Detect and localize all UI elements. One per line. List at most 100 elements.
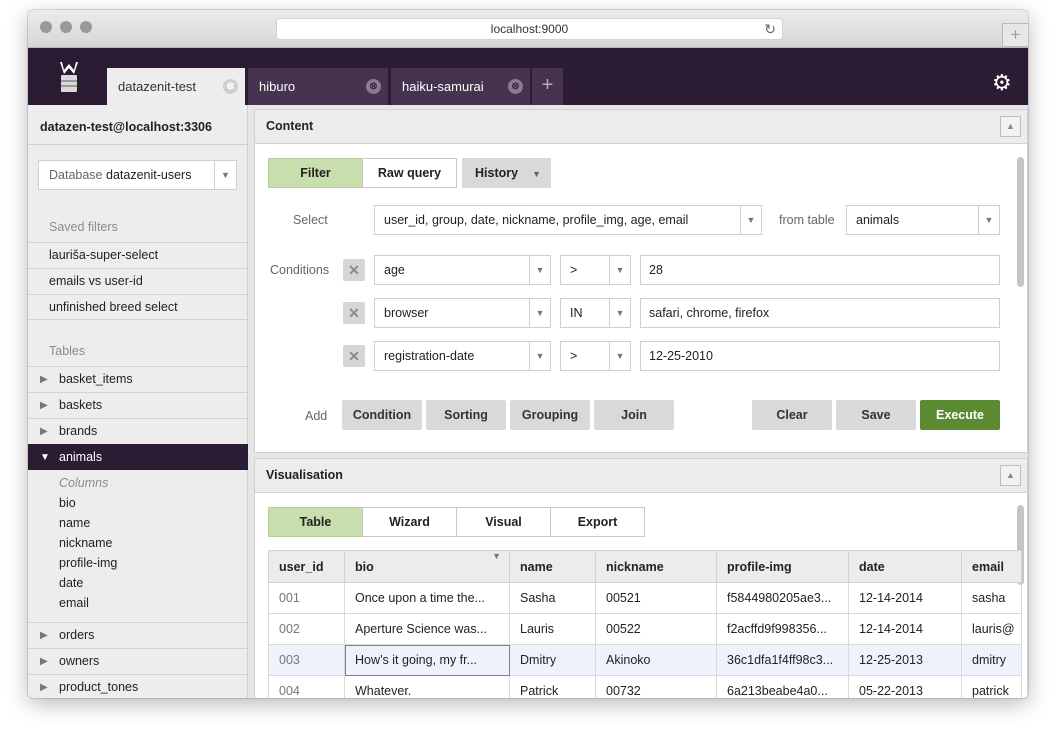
- content-scrollbar[interactable]: [1017, 157, 1024, 287]
- column-item[interactable]: email: [59, 596, 89, 610]
- column-item[interactable]: date: [59, 576, 83, 590]
- table-cell[interactable]: Aperture Science was...: [344, 613, 510, 645]
- table-cell[interactable]: sasha: [961, 582, 1022, 614]
- add-join-button[interactable]: Join: [594, 400, 674, 430]
- column-item[interactable]: nickname: [59, 536, 113, 550]
- table-cell[interactable]: 6a213beabe4a0...: [716, 675, 849, 698]
- sidebar-item-product-tones[interactable]: ▶ product_tones: [28, 674, 248, 698]
- database-select[interactable]: Database datazenit-users ▼: [38, 160, 237, 190]
- sidebar-item-owners[interactable]: ▶ owners: [28, 648, 248, 674]
- table-cell-focused[interactable]: How’s it going, my fr...: [344, 644, 510, 676]
- condition-value-input[interactable]: 12-25-2010: [640, 341, 1000, 371]
- gear-icon[interactable]: ⚙: [992, 70, 1012, 96]
- collapse-icon[interactable]: ▲: [1000, 116, 1021, 137]
- table-row-selected[interactable]: 003 How’s it going, my fr... Dmitry Akin…: [268, 644, 1022, 676]
- table-cell[interactable]: Patrick: [509, 675, 596, 698]
- column-header[interactable]: email: [961, 550, 1022, 583]
- table-cell[interactable]: lauris@: [961, 613, 1022, 645]
- tab-close-icon[interactable]: ⊗: [223, 79, 238, 94]
- reload-icon[interactable]: ↻: [764, 19, 776, 39]
- remove-condition-icon[interactable]: ✕: [343, 302, 365, 324]
- save-button[interactable]: Save: [836, 400, 916, 430]
- column-header[interactable]: name: [509, 550, 596, 583]
- condition-value-input[interactable]: 28: [640, 255, 1000, 285]
- table-cell[interactable]: dmitry: [961, 644, 1022, 676]
- table-cell[interactable]: 12-25-2013: [848, 644, 962, 676]
- condition-field-dropdown[interactable]: registration-date ▼: [374, 341, 551, 371]
- raw-query-mode-button[interactable]: Raw query: [362, 158, 457, 188]
- add-tab-button[interactable]: +: [532, 68, 563, 105]
- add-grouping-button[interactable]: Grouping: [510, 400, 590, 430]
- table-cell[interactable]: 05-22-2013: [848, 675, 962, 698]
- sidebar-item-baskets[interactable]: ▶ baskets: [28, 392, 248, 418]
- remove-condition-icon[interactable]: ✕: [343, 345, 365, 367]
- column-header[interactable]: profile-img: [716, 550, 849, 583]
- table-cell[interactable]: f2acffd9f998356...: [716, 613, 849, 645]
- table-cell[interactable]: Whatever.: [344, 675, 510, 698]
- sidebar-item-animals[interactable]: ▼ animals: [28, 444, 248, 470]
- column-item[interactable]: name: [59, 516, 90, 530]
- table-row[interactable]: 001 Once upon a time the... Sasha 00521 …: [268, 582, 1022, 614]
- maximize-window-icon[interactable]: [80, 21, 92, 33]
- history-dropdown[interactable]: History ▼: [462, 158, 551, 188]
- tab-wizard[interactable]: Wizard: [362, 507, 457, 537]
- tab-hiburo[interactable]: hiburo ⊗: [248, 68, 388, 105]
- table-cell[interactable]: Akinoko: [595, 644, 717, 676]
- filter-mode-button[interactable]: Filter: [268, 158, 363, 188]
- column-item[interactable]: profile-img: [59, 556, 117, 570]
- table-cell[interactable]: 36c1dfa1f4ff98c3...: [716, 644, 849, 676]
- table-cell[interactable]: Lauris: [509, 613, 596, 645]
- column-item[interactable]: bio: [59, 496, 76, 510]
- condition-operator-dropdown[interactable]: > ▼: [560, 341, 631, 371]
- chevron-down-icon[interactable]: ▼: [492, 552, 501, 562]
- column-header[interactable]: nickname: [595, 550, 717, 583]
- table-cell[interactable]: 12-14-2014: [848, 582, 962, 614]
- tab-close-icon[interactable]: ⊗: [366, 79, 381, 94]
- column-header[interactable]: bio ▼: [344, 550, 510, 583]
- tab-table[interactable]: Table: [268, 507, 363, 537]
- table-cell[interactable]: 00522: [595, 613, 717, 645]
- sidebar-item-orders[interactable]: ▶ orders: [28, 622, 248, 648]
- close-window-icon[interactable]: [40, 21, 52, 33]
- table-cell[interactable]: 001: [268, 582, 345, 614]
- condition-operator-dropdown[interactable]: IN ▼: [560, 298, 631, 328]
- collapse-icon[interactable]: ▲: [1000, 465, 1021, 486]
- sidebar-item-basket-items[interactable]: ▶ basket_items: [28, 366, 248, 392]
- add-sorting-button[interactable]: Sorting: [426, 400, 506, 430]
- condition-field-dropdown[interactable]: browser ▼: [374, 298, 551, 328]
- address-bar[interactable]: localhost:9000 ↻: [276, 18, 783, 40]
- remove-condition-icon[interactable]: ✕: [343, 259, 365, 281]
- column-header[interactable]: date: [848, 550, 962, 583]
- condition-field-dropdown[interactable]: age ▼: [374, 255, 551, 285]
- table-cell[interactable]: 004: [268, 675, 345, 698]
- from-table-dropdown[interactable]: animals ▼: [846, 205, 1000, 235]
- table-cell[interactable]: patrick: [961, 675, 1022, 698]
- table-cell[interactable]: 00732: [595, 675, 717, 698]
- sidebar-item-brands[interactable]: ▶ brands: [28, 418, 248, 444]
- condition-operator-dropdown[interactable]: > ▼: [560, 255, 631, 285]
- table-cell[interactable]: 12-14-2014: [848, 613, 962, 645]
- execute-button[interactable]: Execute: [920, 400, 1000, 430]
- table-cell[interactable]: 003: [268, 644, 345, 676]
- table-cell[interactable]: 002: [268, 613, 345, 645]
- new-browser-tab-button[interactable]: +: [1002, 23, 1028, 47]
- minimize-window-icon[interactable]: [60, 21, 72, 33]
- tab-visual[interactable]: Visual: [456, 507, 551, 537]
- saved-filter-item[interactable]: lauriša-super-select: [28, 242, 248, 268]
- saved-filter-item[interactable]: unfinished breed select: [28, 294, 248, 320]
- table-cell[interactable]: 00521: [595, 582, 717, 614]
- column-header[interactable]: user_id: [268, 550, 345, 583]
- add-condition-button[interactable]: Condition: [342, 400, 422, 430]
- table-cell[interactable]: Sasha: [509, 582, 596, 614]
- tab-export[interactable]: Export: [550, 507, 645, 537]
- table-cell[interactable]: Dmitry: [509, 644, 596, 676]
- table-cell[interactable]: Once upon a time the...: [344, 582, 510, 614]
- table-row[interactable]: 002 Aperture Science was... Lauris 00522…: [268, 613, 1022, 645]
- table-cell[interactable]: f5844980205ae3...: [716, 582, 849, 614]
- condition-value-input[interactable]: safari, chrome, firefox: [640, 298, 1000, 328]
- select-columns-dropdown[interactable]: user_id, group, date, nickname, profile_…: [374, 205, 762, 235]
- saved-filter-item[interactable]: emails vs user-id: [28, 268, 248, 294]
- tab-close-icon[interactable]: ⊗: [508, 79, 523, 94]
- tab-haiku-samurai[interactable]: haiku-samurai ⊗: [391, 68, 530, 105]
- clear-button[interactable]: Clear: [752, 400, 832, 430]
